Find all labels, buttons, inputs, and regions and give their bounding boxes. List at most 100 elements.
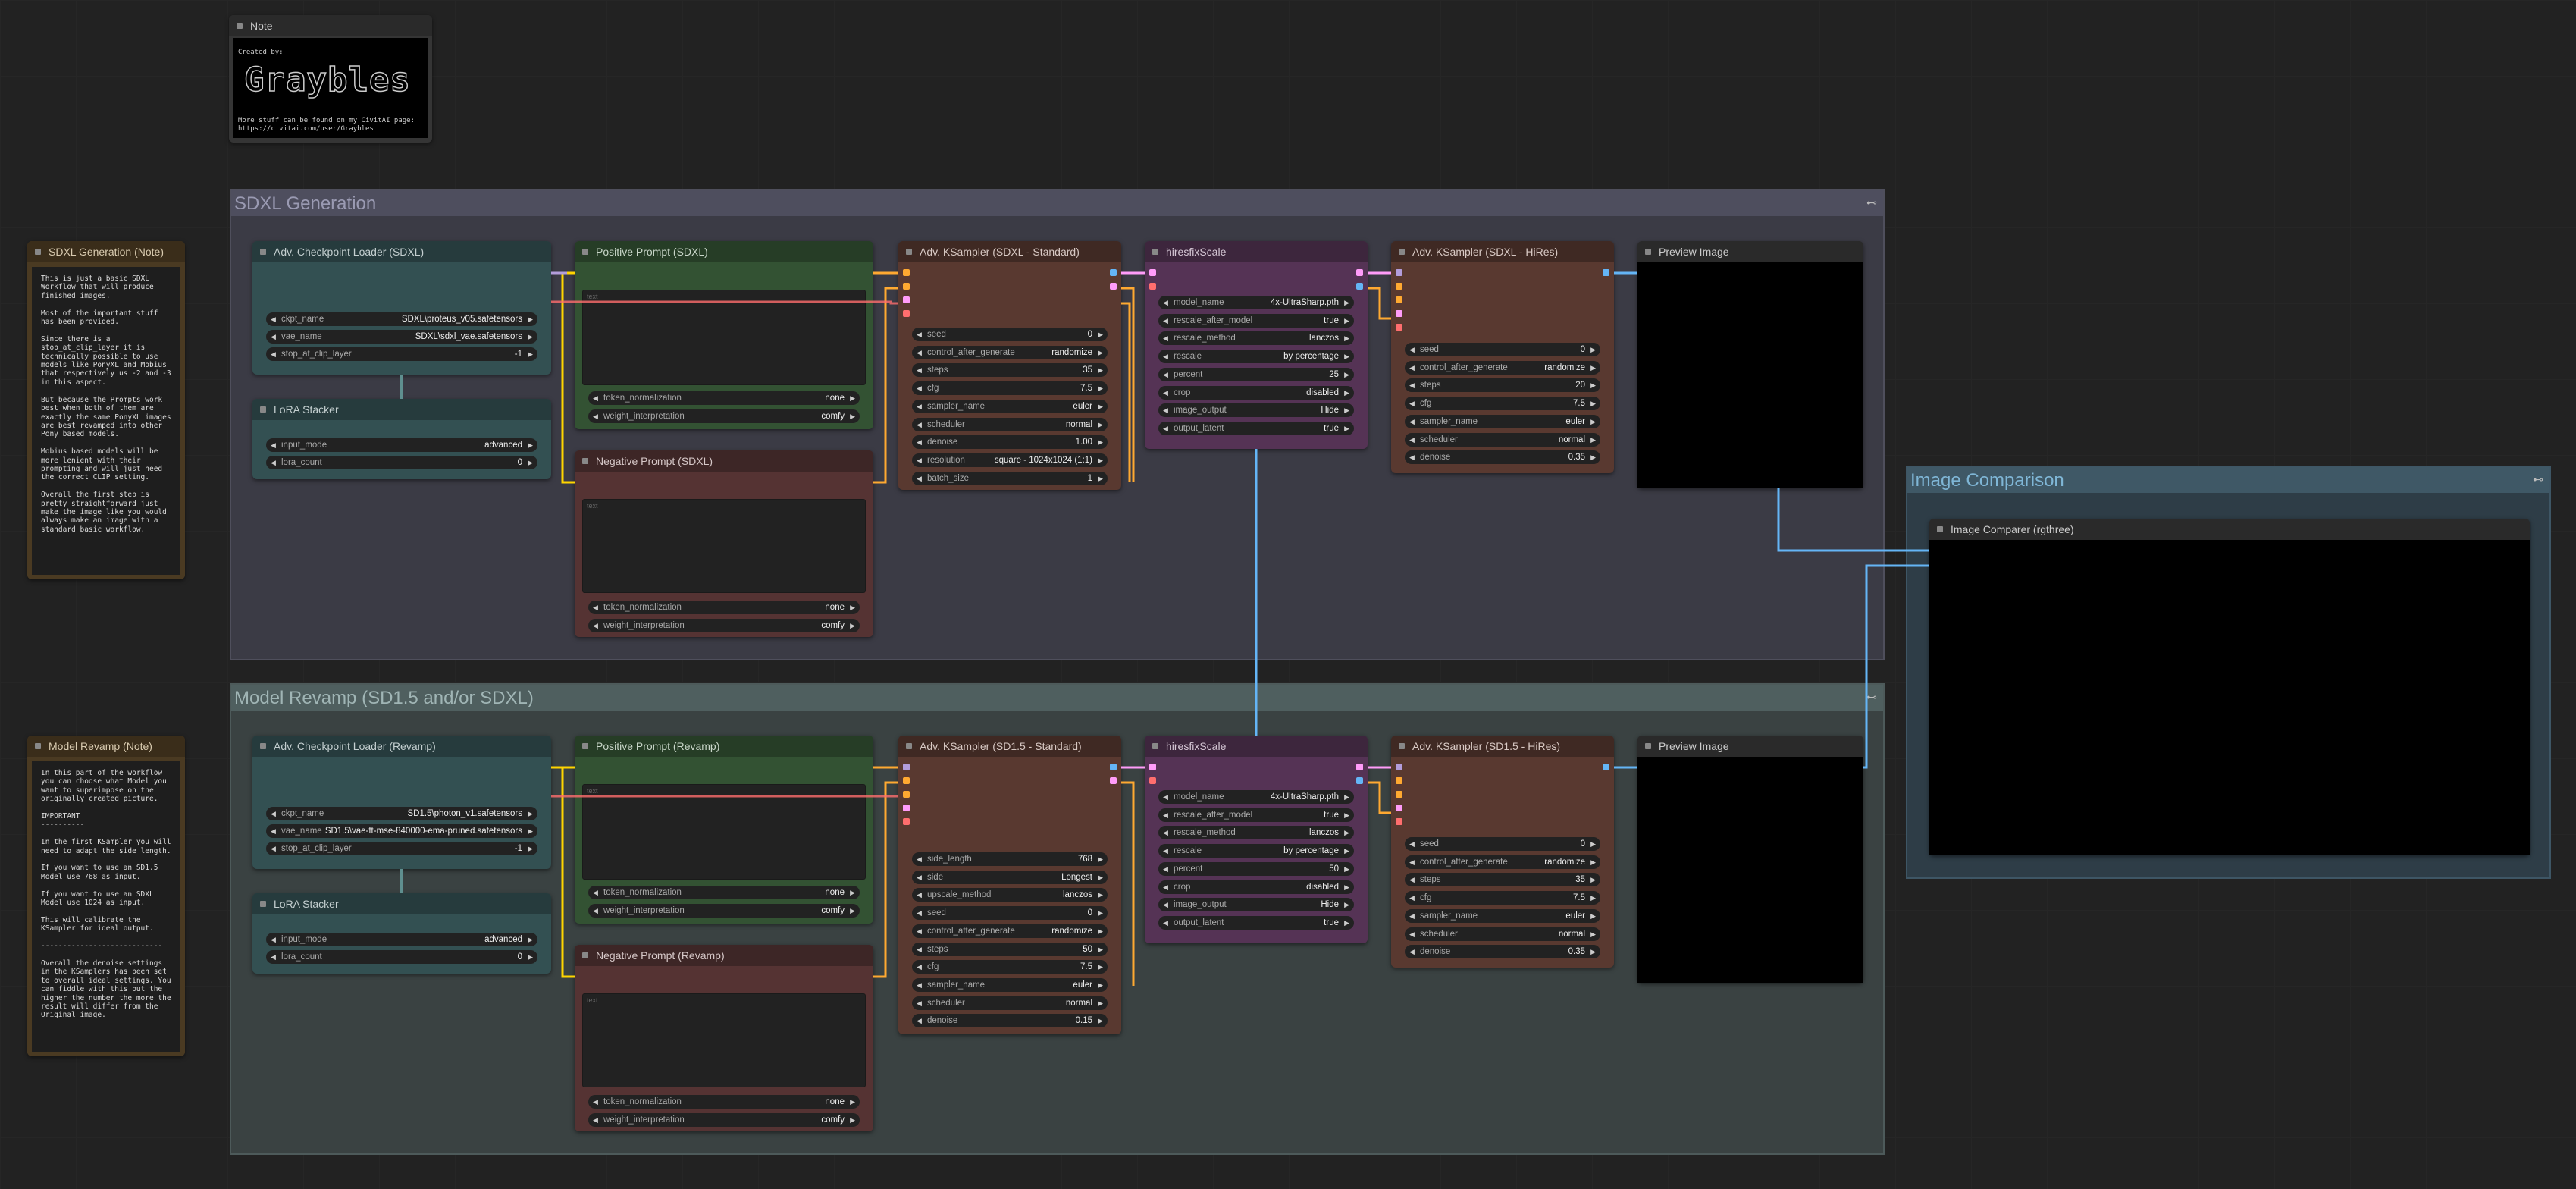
vae-input-slot[interactable] xyxy=(903,310,910,317)
prompt-textarea[interactable]: text xyxy=(582,499,866,593)
image-comparer-node[interactable]: Image Comparer (rgthree) xyxy=(1929,519,2530,855)
latent-input-slot[interactable] xyxy=(1149,269,1156,276)
latent-output-slot[interactable] xyxy=(1110,283,1117,290)
widget-output-latent[interactable]: output_latent true xyxy=(1158,421,1354,435)
clip-layer-widget[interactable]: stop_at_clip_layer -1 xyxy=(266,347,537,361)
widget-denoise[interactable]: denoise 0.15 xyxy=(912,1014,1108,1028)
model-input-slot[interactable] xyxy=(903,764,910,770)
image-output-slot[interactable] xyxy=(1603,269,1609,276)
revamp-ksampler-hires[interactable]: Adv. KSampler (SD1.5 - HiRes) seed 0 contr… xyxy=(1391,736,1614,968)
widget-denoise[interactable]: denoise 0.35 xyxy=(1405,945,1600,959)
widget-output-latent[interactable]: output_latent true xyxy=(1158,915,1354,930)
sdxl-preview-image[interactable]: Preview Image xyxy=(1637,241,1863,488)
widget-control-after-generate[interactable]: control_after_generate randomize xyxy=(1405,360,1600,375)
widget-steps[interactable]: steps 20 xyxy=(1405,378,1600,393)
widget-rescale-method[interactable]: rescale_method lanczos xyxy=(1158,331,1354,346)
latent-input-slot[interactable] xyxy=(1396,805,1402,811)
group-menu-icon[interactable]: ⊷ xyxy=(2533,473,2543,486)
lora-count-widget[interactable]: lora_count 0 xyxy=(266,950,537,964)
image-output-slot[interactable] xyxy=(1356,283,1363,290)
sdxl-positive-prompt[interactable]: Positive Prompt (SDXL) text token_normal… xyxy=(575,241,873,429)
input-mode-widget[interactable]: input_mode advanced xyxy=(266,933,537,946)
group-menu-icon[interactable]: ⊷ xyxy=(1866,196,1877,209)
group-menu-icon[interactable]: ⊷ xyxy=(1866,691,1877,704)
sdxl-checkpoint-loader[interactable]: Adv. Checkpoint Loader (SDXL) ckpt_name S… xyxy=(252,241,551,375)
image-output-slot[interactable] xyxy=(1110,764,1117,770)
widget-seed[interactable]: seed 0 xyxy=(912,906,1108,921)
widget-scheduler[interactable]: scheduler normal xyxy=(912,417,1108,431)
widget-rescale-after-model[interactable]: rescale_after_model true xyxy=(1158,808,1354,822)
conditioning-input-slot[interactable] xyxy=(903,283,910,290)
widget-control-after-generate[interactable]: control_after_generate randomize xyxy=(1405,855,1600,869)
widget-rescale-method[interactable]: rescale_method lanczos xyxy=(1158,826,1354,840)
revamp-preview-image[interactable]: Preview Image xyxy=(1637,736,1863,983)
model-input-slot[interactable] xyxy=(1396,269,1402,276)
lora-count-widget[interactable]: lora_count 0 xyxy=(266,456,537,469)
vae-input-slot[interactable] xyxy=(1149,283,1156,290)
weight-interpretation-widget[interactable]: weight_interpretation comfy xyxy=(588,904,860,918)
vae-input-slot[interactable] xyxy=(1396,324,1402,331)
widget-control-after-generate[interactable]: control_after_generate randomize xyxy=(912,345,1108,359)
widget-percent[interactable]: percent 50 xyxy=(1158,861,1354,876)
widget-image-output[interactable]: image_output Hide xyxy=(1158,898,1354,912)
prompt-textarea[interactable]: text xyxy=(582,993,866,1087)
clip-layer-widget[interactable]: stop_at_clip_layer -1 xyxy=(266,842,537,855)
token-normalization-widget[interactable]: token_normalization none xyxy=(588,1095,860,1109)
widget-cfg[interactable]: cfg 7.5 xyxy=(1405,891,1600,905)
widget-scheduler[interactable]: scheduler normal xyxy=(912,996,1108,1010)
vae-name-widget[interactable]: vae_name SDXL\sdxl_vae.safetensors xyxy=(266,330,537,344)
image-output-slot[interactable] xyxy=(1356,777,1363,784)
widget-upscale-method[interactable]: upscale_method lanczos xyxy=(912,888,1108,902)
sdxl-hiresfix-scale[interactable]: hiresfixScale model_name 4x-UltraSharp.pt… xyxy=(1145,241,1368,449)
revamp-hiresfix-scale[interactable]: hiresfixScale model_name 4x-UltraSharp.pt… xyxy=(1145,736,1368,943)
conditioning-input-slot[interactable] xyxy=(1396,791,1402,798)
widget-denoise[interactable]: denoise 0.35 xyxy=(1405,450,1600,465)
widget-rescale[interactable]: rescale by percentage xyxy=(1158,844,1354,858)
image-output-slot[interactable] xyxy=(1110,269,1117,276)
widget-scheduler[interactable]: scheduler normal xyxy=(1405,927,1600,941)
widget-seed[interactable]: seed 0 xyxy=(912,328,1108,341)
widget-sampler-name[interactable]: sampler_name euler xyxy=(1405,908,1600,923)
widget-percent[interactable]: percent 25 xyxy=(1158,367,1354,381)
latent-input-slot[interactable] xyxy=(903,296,910,303)
latent-output-slot[interactable] xyxy=(1356,764,1363,770)
image-output-slot[interactable] xyxy=(1603,764,1609,770)
vae-input-slot[interactable] xyxy=(1396,818,1402,825)
widget-scheduler[interactable]: scheduler normal xyxy=(1405,432,1600,447)
widget-batch-size[interactable]: batch_size 1 xyxy=(912,471,1108,485)
token-normalization-widget[interactable]: token_normalization none xyxy=(588,601,860,614)
latent-output-slot[interactable] xyxy=(1356,269,1363,276)
widget-denoise[interactable]: denoise 1.00 xyxy=(912,435,1108,450)
revamp-positive-prompt[interactable]: Positive Prompt (Revamp) text token_norm… xyxy=(575,736,873,924)
revamp-ksampler-standard[interactable]: Adv. KSampler (SD1.5 - Standard) side_le… xyxy=(898,736,1121,1034)
weight-interpretation-widget[interactable]: weight_interpretation comfy xyxy=(588,1113,860,1127)
latent-input-slot[interactable] xyxy=(903,805,910,811)
conditioning-input-slot[interactable] xyxy=(1396,283,1402,290)
revamp-checkpoint-loader[interactable]: Adv. Checkpoint Loader (Revamp) ckpt_nam… xyxy=(252,736,551,869)
widget-sampler-name[interactable]: sampler_name euler xyxy=(1405,414,1600,428)
model-input-slot[interactable] xyxy=(1396,764,1402,770)
widget-seed[interactable]: seed 0 xyxy=(1405,837,1600,851)
widget-rescale[interactable]: rescale by percentage xyxy=(1158,350,1354,364)
widget-side-length[interactable]: side_length 768 xyxy=(912,852,1108,866)
widget-cfg[interactable]: cfg 7.5 xyxy=(912,960,1108,974)
widget-crop[interactable]: crop disabled xyxy=(1158,385,1354,400)
prompt-textarea[interactable]: text xyxy=(582,784,866,880)
vae-input-slot[interactable] xyxy=(903,818,910,825)
conditioning-input-slot[interactable] xyxy=(903,777,910,784)
widget-control-after-generate[interactable]: control_after_generate randomize xyxy=(912,924,1108,938)
widget-steps[interactable]: steps 35 xyxy=(1405,873,1600,887)
conditioning-input-slot[interactable] xyxy=(903,791,910,798)
widget-cfg[interactable]: cfg 7.5 xyxy=(1405,397,1600,411)
widget-seed[interactable]: seed 0 xyxy=(1405,343,1600,356)
comparer-canvas[interactable] xyxy=(1929,540,2530,855)
note-text[interactable]: This is just a basic SDXL Workflow that … xyxy=(32,267,180,575)
note-node[interactable]: Note Created by: Graybles More stuff can… xyxy=(229,15,432,143)
widget-steps[interactable]: steps 50 xyxy=(912,942,1108,956)
prompt-textarea[interactable]: text xyxy=(582,290,866,385)
conditioning-input-slot[interactable] xyxy=(1396,296,1402,303)
revamp-negative-prompt[interactable]: Negative Prompt (Revamp) text token_norm… xyxy=(575,945,873,1131)
sdxl-ksampler-hires[interactable]: Adv. KSampler (SDXL - HiRes) seed 0 contro… xyxy=(1391,241,1614,473)
widget-steps[interactable]: steps 35 xyxy=(912,363,1108,378)
conditioning-input-slot[interactable] xyxy=(903,269,910,276)
